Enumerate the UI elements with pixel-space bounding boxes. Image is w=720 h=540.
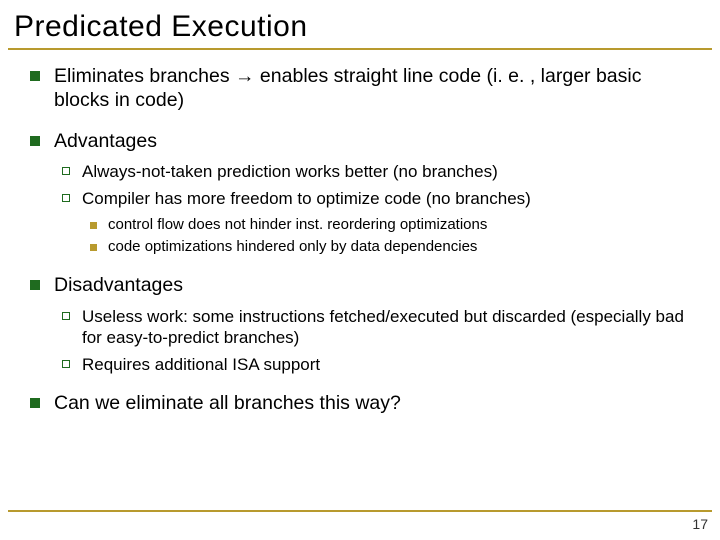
bullet-text: Eliminates branches (54, 65, 235, 87)
bullet-adv-prediction: Always-not-taken prediction works better… (54, 161, 700, 182)
bullet-text: Disadvantages (54, 274, 183, 296)
bullet-adv-controlflow: control flow does not hinder inst. reord… (82, 216, 700, 235)
title-underline (8, 48, 712, 50)
bullet-dis-isa: Requires additional ISA support (54, 354, 700, 375)
bullet-text: Requires additional ISA support (82, 355, 320, 374)
bullet-advantages: Advantages Always-not-taken prediction w… (24, 129, 720, 257)
slide-title: Predicated Execution (0, 0, 720, 48)
bullet-text: Can we eliminate all branches this way? (54, 392, 401, 414)
bullet-text: Advantages (54, 130, 157, 152)
bullet-text: Useless work: some instructions fetched/… (82, 307, 684, 347)
slide-body: Eliminates branches → enables straight l… (0, 60, 720, 416)
bullet-list-lvl3: control flow does not hinder inst. reord… (82, 216, 700, 258)
bullet-question: Can we eliminate all branches this way? (24, 391, 720, 415)
footer-rule (8, 510, 712, 512)
bullet-list-lvl2: Useless work: some instructions fetched/… (54, 306, 700, 376)
arrow-icon: → (235, 65, 255, 87)
bullet-text: code optimizations hindered only by data… (108, 238, 477, 255)
bullet-text: Always-not-taken prediction works better… (82, 162, 498, 181)
bullet-list-lvl1: Eliminates branches → enables straight l… (24, 64, 720, 416)
bullet-disadvantages: Disadvantages Useless work: some instruc… (24, 273, 720, 375)
bullet-text: control flow does not hinder inst. reord… (108, 216, 487, 233)
bullet-eliminates: Eliminates branches → enables straight l… (24, 64, 720, 113)
slide: Predicated Execution Eliminates branches… (0, 0, 720, 540)
bullet-adv-datadep: code optimizations hindered only by data… (82, 238, 700, 257)
bullet-text: Compiler has more freedom to optimize co… (82, 189, 531, 208)
bullet-list-lvl2: Always-not-taken prediction works better… (54, 161, 700, 257)
page-number: 17 (692, 516, 708, 532)
bullet-adv-compiler: Compiler has more freedom to optimize co… (54, 188, 700, 257)
bullet-dis-useless: Useless work: some instructions fetched/… (54, 306, 700, 349)
